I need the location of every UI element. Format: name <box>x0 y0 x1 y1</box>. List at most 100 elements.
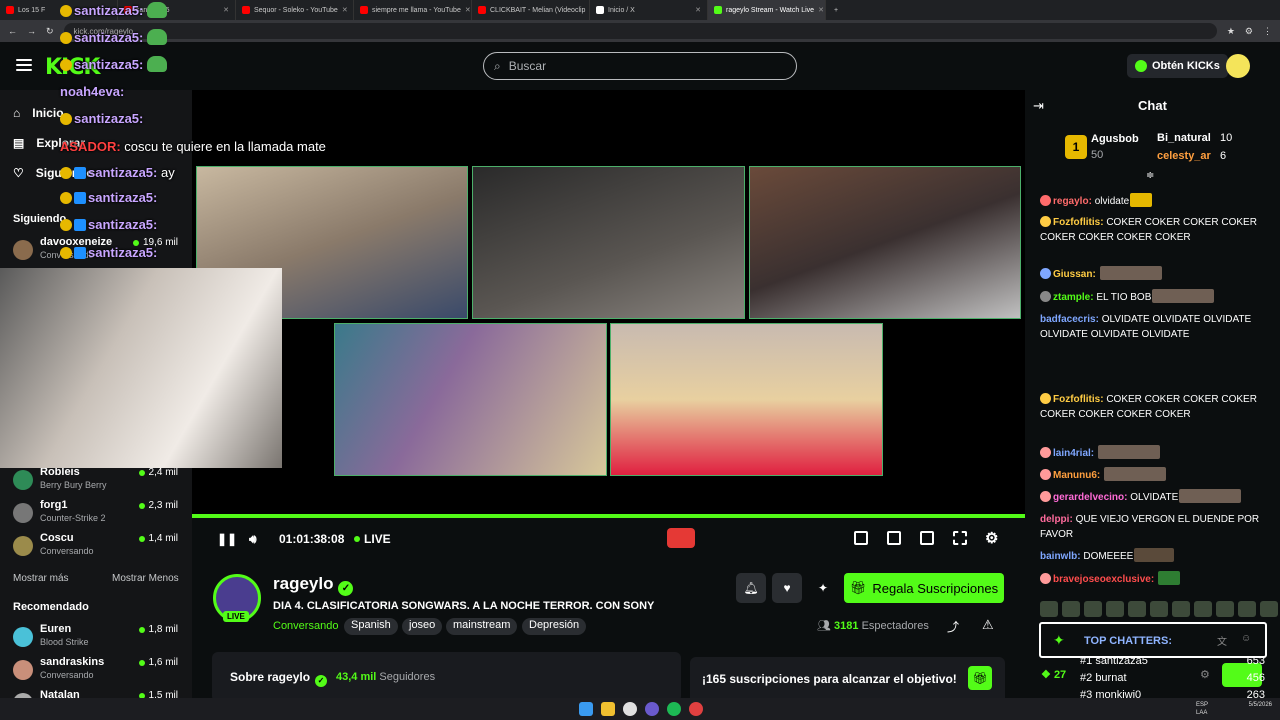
gifter-name[interactable]: celesty_ar <box>1157 150 1211 162</box>
nav-home[interactable]: ⌂ Inicio <box>13 106 64 120</box>
streamer-name[interactable]: rageylo ✓ <box>273 574 354 596</box>
emote-icon[interactable] <box>1128 601 1146 617</box>
smiley-icon[interactable]: ☺ <box>1241 633 1251 644</box>
chat-message[interactable]: regaylo: olvidate <box>1040 193 1262 209</box>
emote-icon[interactable] <box>1106 601 1124 617</box>
follow-heart-icon[interactable]: ♥ <box>772 573 802 603</box>
emote-icon[interactable] <box>1040 601 1058 617</box>
menu-icon[interactable] <box>16 59 32 74</box>
back-icon[interactable]: ← <box>8 26 17 36</box>
chat-message[interactable]: Giussan: <box>1040 266 1262 282</box>
chat-message[interactable]: lain4rial: <box>1040 445 1262 461</box>
chat-username[interactable]: bainwlb: <box>1040 551 1081 562</box>
settings-gear-icon[interactable]: ⚙ <box>985 529 998 547</box>
chat-username[interactable]: ztample: <box>1053 292 1094 303</box>
fullscreen-icon[interactable] <box>953 531 967 545</box>
emote-icon[interactable] <box>1238 601 1256 617</box>
chat-username[interactable]: Fozfoflitis: <box>1053 217 1104 228</box>
tag[interactable]: joseo <box>402 618 443 635</box>
emote-icon[interactable] <box>1062 601 1080 617</box>
emote-icon[interactable] <box>1194 601 1212 617</box>
pin-icon[interactable]: ≑ <box>1146 170 1154 181</box>
chat-username[interactable]: regaylo: <box>1053 196 1092 207</box>
chat-username[interactable]: gerardelvecino: <box>1053 492 1127 503</box>
chrome-icon[interactable] <box>623 702 637 716</box>
chat-username[interactable]: Giussan: <box>1053 269 1096 280</box>
close-icon[interactable]: ✕ <box>223 6 229 14</box>
url-input[interactable]: kick.com/rageylo <box>63 23 1217 39</box>
app-icon[interactable] <box>689 702 703 716</box>
menu-icon[interactable]: ⋮ <box>1263 26 1272 37</box>
browser-tab[interactable]: siempre me llama - YouTube ✕ <box>354 0 472 20</box>
browser-tab[interactable]: Inicio / X ✕ <box>590 0 708 20</box>
chat-username[interactable]: lain4rial: <box>1053 448 1094 459</box>
emote-icon[interactable] <box>1260 601 1278 617</box>
clock[interactable]: 5/5/2026 <box>1249 701 1272 709</box>
user-avatar[interactable] <box>1226 54 1250 78</box>
tag[interactable]: Spanish <box>344 618 398 635</box>
sidebar-channel[interactable]: Coscu Conversando 1,4 mil <box>13 532 181 562</box>
chat-username[interactable]: Fozfoflitis: <box>1053 394 1104 405</box>
sidebar-channel[interactable]: sandraskins Conversando 1,6 mil <box>13 656 181 686</box>
new-tab-button[interactable]: + <box>826 0 846 20</box>
sidebar-channel[interactable]: Robleis Berry Bury Berry 2,4 mil <box>13 466 181 496</box>
chat-username[interactable]: delppi: <box>1040 514 1073 525</box>
emote-icon[interactable] <box>1084 601 1102 617</box>
windows-start-icon[interactable] <box>579 702 593 716</box>
gifter-name[interactable]: Bi_natural <box>1157 132 1211 144</box>
sidebar-channel[interactable]: Euren Blood Strike 1,8 mil <box>13 623 181 653</box>
close-icon[interactable]: ✕ <box>818 6 824 14</box>
theater-mode-icon[interactable] <box>920 531 934 545</box>
stream-category[interactable]: Conversando <box>273 620 338 632</box>
show-less-link[interactable]: Mostrar Menos <box>112 573 179 584</box>
forward-icon[interactable]: → <box>27 26 36 36</box>
browser-tab-active[interactable]: rageylo Stream - Watch Live ✕ <box>708 0 826 20</box>
search-input[interactable]: ⌕ Buscar <box>483 52 797 80</box>
get-kicks-button[interactable]: Obtén KICKs <box>1127 54 1228 78</box>
gift-icon[interactable]: 🎁︎ <box>968 666 992 690</box>
miniplayer-icon[interactable] <box>854 531 868 545</box>
volume-icon[interactable]: 🔊︎ <box>249 532 257 547</box>
file-explorer-icon[interactable] <box>601 702 615 716</box>
sparkle-icon[interactable]: ✦ <box>808 573 838 603</box>
chat-message[interactable]: Fozfoflitis: COKER COKER COKER COKER COK… <box>1040 215 1262 245</box>
notification-bell-icon[interactable]: 🔔︎ <box>736 573 766 603</box>
tag[interactable]: Depresión <box>522 618 587 635</box>
sidebar-channel[interactable]: forg1 Counter-Strike 2 2,3 mil <box>13 499 181 529</box>
chat-message[interactable]: delppi: QUE VIEJO VERGON EL DUENDE POR F… <box>1040 512 1262 542</box>
chat-message[interactable]: Fozfoflitis: COKER COKER COKER COKER COK… <box>1040 392 1262 422</box>
gift-subs-button[interactable]: 🎁︎ Regala Suscripciones <box>844 573 1004 603</box>
clip-icon[interactable] <box>887 531 901 545</box>
pause-button[interactable]: ❚❚ <box>217 532 237 546</box>
show-more-link[interactable]: Mostrar más <box>13 573 69 584</box>
emote-icon[interactable] <box>1216 601 1234 617</box>
browser-tab[interactable]: CLICKBAIT - Melian (Videoclip✕ <box>472 0 590 20</box>
chat-message[interactable]: Manunu6: <box>1040 467 1262 483</box>
close-icon[interactable]: ✕ <box>342 6 348 14</box>
gifter-name[interactable]: Agusbob <box>1091 133 1139 145</box>
language-indicator[interactable]: ESP LAA <box>1196 701 1208 717</box>
star-icon[interactable]: ★ <box>1227 26 1235 37</box>
report-warning-icon[interactable]: ⚠ <box>982 617 994 633</box>
obs-icon[interactable] <box>645 702 659 716</box>
chat-message[interactable]: bainwlb: DOMEEEE <box>1040 548 1262 564</box>
chat-message[interactable]: bravejoseoexclusive: <box>1040 571 1262 587</box>
close-icon[interactable]: ✕ <box>465 6 471 14</box>
reload-icon[interactable]: ↻ <box>46 26 54 37</box>
spotify-icon[interactable] <box>667 702 681 716</box>
close-icon[interactable]: ✕ <box>695 6 701 14</box>
chat-username[interactable]: badfacecris: <box>1040 314 1099 325</box>
chat-message[interactable]: gerardelvecino: OLVIDATE <box>1040 489 1262 505</box>
chat-username[interactable]: bravejoseoexclusive: <box>1053 574 1154 585</box>
tag[interactable]: mainstream <box>446 618 518 635</box>
chat-message[interactable]: ztample: EL TIO BOB <box>1040 289 1262 305</box>
browser-tab[interactable]: Sequor - Soleko - YouTube ✕ <box>236 0 354 20</box>
extensions-icon[interactable]: ⚙ <box>1245 26 1253 37</box>
emote-icon[interactable] <box>1150 601 1168 617</box>
chat-username[interactable]: Manunu6: <box>1053 470 1100 481</box>
emote-icon[interactable] <box>1172 601 1190 617</box>
share-icon[interactable]: ⤴ <box>947 618 959 635</box>
translate-icon[interactable]: 文 <box>1217 633 1227 648</box>
video-player[interactable] <box>192 90 1025 518</box>
chat-message[interactable]: badfacecris: OLVIDATE OLVIDATE OLVIDATE … <box>1040 312 1262 342</box>
